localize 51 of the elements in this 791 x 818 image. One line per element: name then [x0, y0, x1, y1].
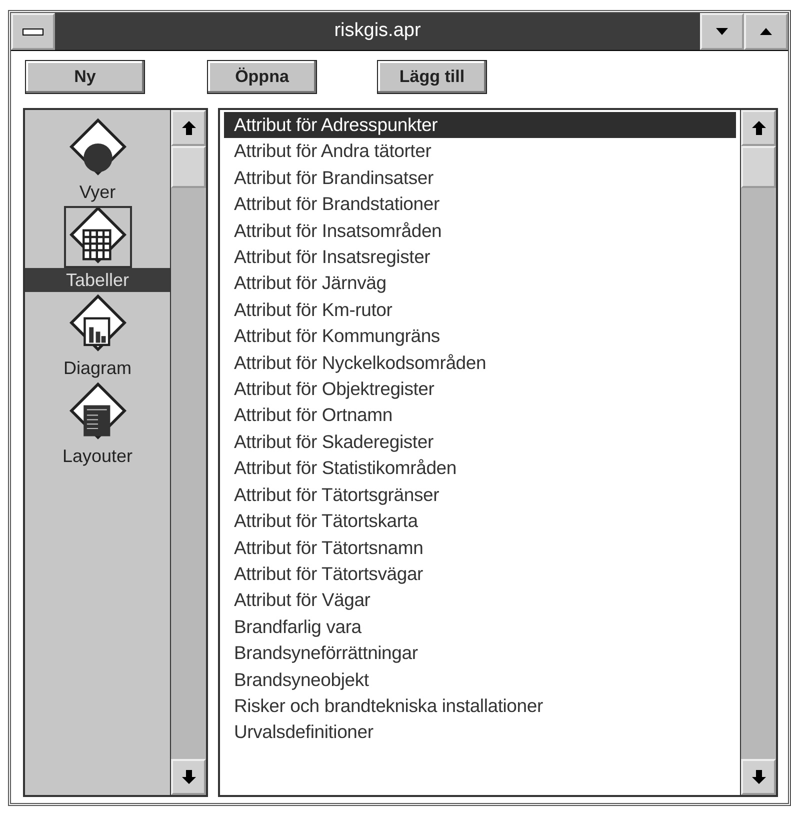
- document-type-item[interactable]: Vyer: [25, 118, 170, 204]
- document-item[interactable]: Attribut för Vägar: [224, 587, 736, 614]
- document-item[interactable]: Attribut för Tätortsgränser: [224, 482, 736, 508]
- maximize-button[interactable]: [744, 13, 788, 50]
- document-item[interactable]: Attribut för Adresspunkter: [224, 112, 736, 138]
- toolbar-button[interactable]: Lägg till: [377, 60, 487, 94]
- document-type-item[interactable]: Tabeller: [25, 206, 170, 292]
- document-item[interactable]: Attribut för Järnväg: [224, 270, 736, 297]
- document-item[interactable]: Brandsyneobjekt: [224, 666, 736, 693]
- document-item[interactable]: Attribut för Km-rutor: [224, 296, 736, 324]
- document-item[interactable]: Attribut för Tätortskarta: [224, 508, 736, 534]
- document-item[interactable]: Risker och brandtekniska installationer: [224, 692, 736, 720]
- document-item[interactable]: Attribut för Tätortsvägar: [224, 560, 736, 588]
- scroll-down-button[interactable]: [741, 759, 776, 795]
- up-arrow-icon: [752, 121, 766, 135]
- scroll-down-button[interactable]: [171, 759, 206, 795]
- maximize-icon: [760, 28, 772, 35]
- document-item[interactable]: Attribut för Ortnamn: [224, 402, 736, 429]
- document-item[interactable]: Attribut för Nyckelkodsområden: [224, 350, 736, 376]
- scroll-thumb[interactable]: [741, 146, 776, 188]
- document-type-item[interactable]: Diagram: [25, 294, 170, 380]
- scroll-up-button[interactable]: [741, 110, 776, 146]
- document-item[interactable]: Attribut för Kommungräns: [224, 323, 736, 350]
- document-item[interactable]: Attribut för Brandinsatser: [224, 164, 736, 192]
- scrollbar[interactable]: [740, 110, 776, 795]
- document-item[interactable]: Attribut för Brandstationer: [224, 191, 736, 218]
- document-item[interactable]: Attribut för Skaderegister: [224, 428, 736, 456]
- document-item[interactable]: Attribut för Insatsområden: [224, 218, 736, 244]
- document-item[interactable]: Urvalsdefinitioner: [224, 719, 736, 746]
- scroll-thumb[interactable]: [171, 146, 206, 188]
- toolbar-button[interactable]: Öppna: [207, 60, 317, 94]
- document-item[interactable]: Attribut för Tätortsnamn: [224, 534, 736, 561]
- document-item[interactable]: Brandfarlig vara: [224, 614, 736, 640]
- document-type-item[interactable]: Layouter: [25, 382, 170, 468]
- scroll-up-button[interactable]: [171, 110, 206, 146]
- toolbar-button[interactable]: Ny: [25, 60, 145, 94]
- document-type-icon: [64, 206, 132, 268]
- system-menu-button[interactable]: [11, 13, 55, 50]
- document-item[interactable]: Attribut för Insatsregister: [224, 244, 736, 270]
- document-item[interactable]: Attribut för Objektregister: [224, 376, 736, 402]
- down-arrow-icon: [752, 770, 766, 784]
- minus-icon: [22, 28, 44, 36]
- document-item[interactable]: Attribut för Statistikområden: [224, 455, 736, 482]
- document-item[interactable]: Brandsyneförrättningar: [224, 640, 736, 667]
- minimize-icon: [716, 28, 728, 35]
- down-arrow-icon: [182, 770, 196, 784]
- up-arrow-icon: [182, 121, 196, 135]
- window-title: riskgis.apr: [333, 19, 422, 43]
- scrollbar[interactable]: [170, 110, 206, 795]
- document-item[interactable]: Attribut för Andra tätorter: [224, 138, 736, 165]
- minimize-button[interactable]: [700, 13, 744, 50]
